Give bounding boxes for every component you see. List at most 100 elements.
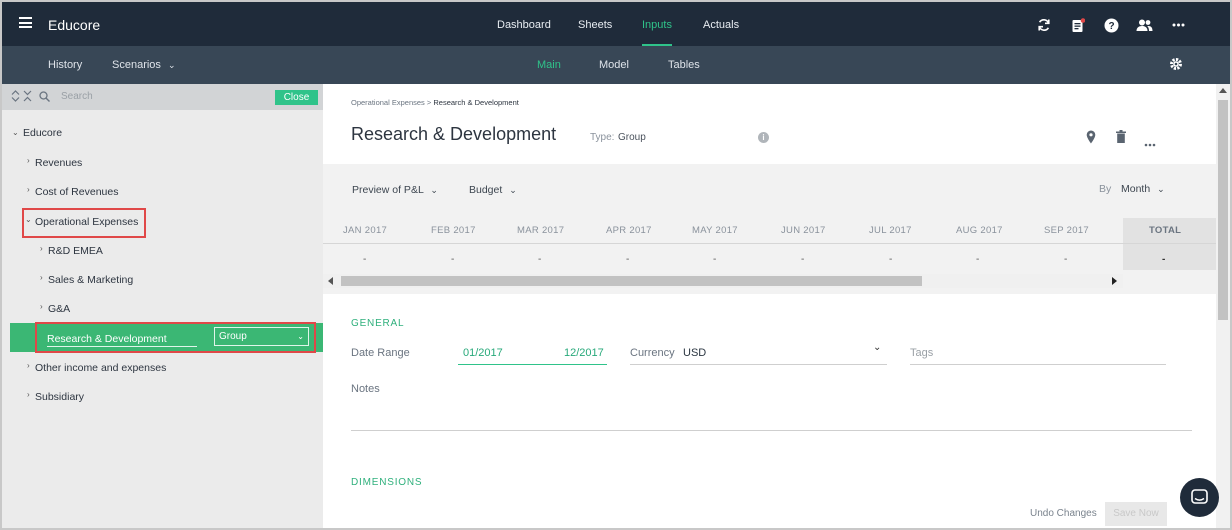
date-range-label: Date Range (351, 347, 410, 359)
app-window: Educore Dashboard Sheets Inputs Actuals … (0, 0, 1232, 530)
scroll-right-icon[interactable] (1112, 277, 1117, 285)
tree-item-educore[interactable]: Educore (23, 127, 62, 139)
more-icon[interactable] (1144, 136, 1156, 150)
type-select[interactable]: Group ⌄ (214, 327, 309, 346)
scenarios-label: Scenarios (112, 59, 161, 71)
notes-icon[interactable] (1069, 16, 1087, 34)
period-dropdown[interactable]: Month ⌄ (1121, 183, 1165, 195)
main-panel: Operational Expenses > Research & Develo… (323, 84, 1216, 528)
chevron-right-icon[interactable]: › (27, 390, 30, 399)
preview-view-label: Preview of P&L (352, 184, 424, 196)
breadcrumb-separator: > (426, 98, 432, 107)
trash-icon[interactable] (1116, 130, 1126, 146)
month-header: JUN 2017 (781, 225, 826, 236)
location-pin-icon[interactable] (1086, 130, 1096, 147)
nav-sheets[interactable]: Sheets (578, 19, 612, 31)
scrollbar-thumb[interactable] (1218, 100, 1228, 320)
expand-all-icon[interactable] (23, 90, 32, 105)
tree-item-cost-of-revenues[interactable]: Cost of Revenues (35, 186, 118, 198)
close-button[interactable]: Close (275, 90, 318, 105)
month-header: MAR 2017 (517, 225, 565, 236)
tree-item-sales-marketing[interactable]: Sales & Marketing (48, 274, 133, 286)
chevron-right-icon[interactable]: › (27, 156, 30, 165)
currency-select[interactable]: USD (683, 347, 706, 359)
notes-input[interactable] (351, 430, 1192, 431)
app-name: Educore (48, 17, 101, 33)
date-to-input[interactable]: 12/2017 (564, 347, 604, 359)
tags-input[interactable]: Tags (910, 347, 933, 359)
save-now-button[interactable]: Save Now (1105, 502, 1167, 526)
chevron-down-icon: ⌄ (430, 185, 438, 195)
month-header: FEB 2017 (431, 225, 476, 236)
tab-tables[interactable]: Tables (668, 59, 700, 71)
scrollbar-thumb[interactable] (341, 276, 922, 286)
chevron-right-icon[interactable]: › (27, 361, 30, 370)
month-header: MAY 2017 (692, 225, 738, 236)
month-value: - (713, 254, 717, 265)
chevron-down-icon[interactable]: ⌄ (873, 342, 881, 353)
chevron-right-icon[interactable]: › (40, 302, 43, 311)
more-icon[interactable] (1169, 16, 1187, 34)
tree-item-g-and-a[interactable]: G&A (48, 303, 70, 315)
month-header: AUG 2017 (956, 225, 1003, 236)
tree-item-name-input[interactable]: Research & Development (47, 333, 197, 347)
tree-item-operational-expenses[interactable]: Operational Expenses (35, 216, 138, 228)
currency-underline (630, 364, 887, 365)
menu-icon[interactable] (19, 17, 32, 28)
breadcrumb-current: Research & Development (433, 98, 519, 107)
nav-inputs[interactable]: Inputs (642, 19, 672, 31)
scroll-up-icon[interactable] (1219, 88, 1227, 93)
history-link[interactable]: History (48, 59, 82, 71)
preview-view-dropdown[interactable]: Preview of P&L ⌄ (352, 184, 438, 196)
help-icon[interactable]: ? (1102, 16, 1120, 34)
chevron-right-icon[interactable]: › (40, 244, 43, 253)
type-value: Group (618, 132, 646, 143)
tab-main[interactable]: Main (537, 59, 561, 71)
total-header: TOTAL (1149, 225, 1182, 236)
chevron-down-icon: ⌄ (297, 332, 304, 341)
tree-item-subsidiary[interactable]: Subsidiary (35, 391, 84, 403)
sidebar: Search Close ⌄ Educore › Revenues › Cost… (2, 84, 323, 528)
chevron-right-icon[interactable]: › (40, 273, 43, 282)
horizontal-scrollbar[interactable] (323, 274, 1123, 288)
date-from-input[interactable]: 01/2017 (463, 347, 503, 359)
chevron-down-icon[interactable]: ⌄ (25, 215, 32, 224)
refresh-icon[interactable] (1035, 16, 1053, 34)
scroll-left-icon[interactable] (328, 277, 333, 285)
tree-item-revenues[interactable]: Revenues (35, 157, 82, 169)
general-section-label: GENERAL (351, 318, 405, 329)
breadcrumb-parent[interactable]: Operational Expenses (351, 98, 425, 107)
month-value: - (801, 254, 805, 265)
tags-underline (910, 364, 1166, 365)
tab-model[interactable]: Model (599, 59, 629, 71)
vertical-scrollbar[interactable] (1216, 84, 1230, 528)
month-value: - (976, 254, 980, 265)
chat-launcher-button[interactable] (1180, 478, 1219, 517)
users-icon[interactable] (1135, 16, 1153, 34)
nav-dashboard[interactable]: Dashboard (497, 19, 551, 31)
month-header: APR 2017 (606, 225, 652, 236)
page-title: Research & Development (351, 124, 557, 144)
scenarios-dropdown[interactable]: Scenarios ⌄ (112, 59, 176, 71)
info-icon[interactable]: i (758, 132, 769, 143)
tree-item-rd-emea[interactable]: R&D EMEA (48, 245, 103, 257)
period-label: Month (1121, 183, 1151, 195)
nav-actuals[interactable]: Actuals (703, 19, 739, 31)
month-header: JAN 2017 (343, 225, 388, 236)
chevron-down-icon[interactable]: ⌄ (12, 128, 19, 137)
scenario-dropdown[interactable]: Budget ⌄ (469, 184, 517, 196)
chevron-down-icon: ⌄ (1157, 184, 1165, 194)
chevron-right-icon[interactable]: › (27, 185, 30, 194)
type-label: Type: (590, 132, 615, 143)
search-icon (39, 91, 50, 105)
search-input[interactable]: Search (61, 91, 93, 102)
footer-actions: Undo Changes Save Now (323, 498, 1216, 528)
type-select-value: Group (219, 331, 247, 342)
undo-changes-button[interactable]: Undo Changes (1030, 508, 1097, 519)
gear-icon[interactable] (1169, 57, 1183, 74)
sidebar-search-bar: Search Close (2, 84, 323, 110)
month-value: - (451, 254, 455, 265)
tree-item-other-income[interactable]: Other income and expenses (35, 362, 166, 374)
collapse-all-icon[interactable] (11, 90, 20, 105)
svg-text:?: ? (1108, 21, 1114, 32)
